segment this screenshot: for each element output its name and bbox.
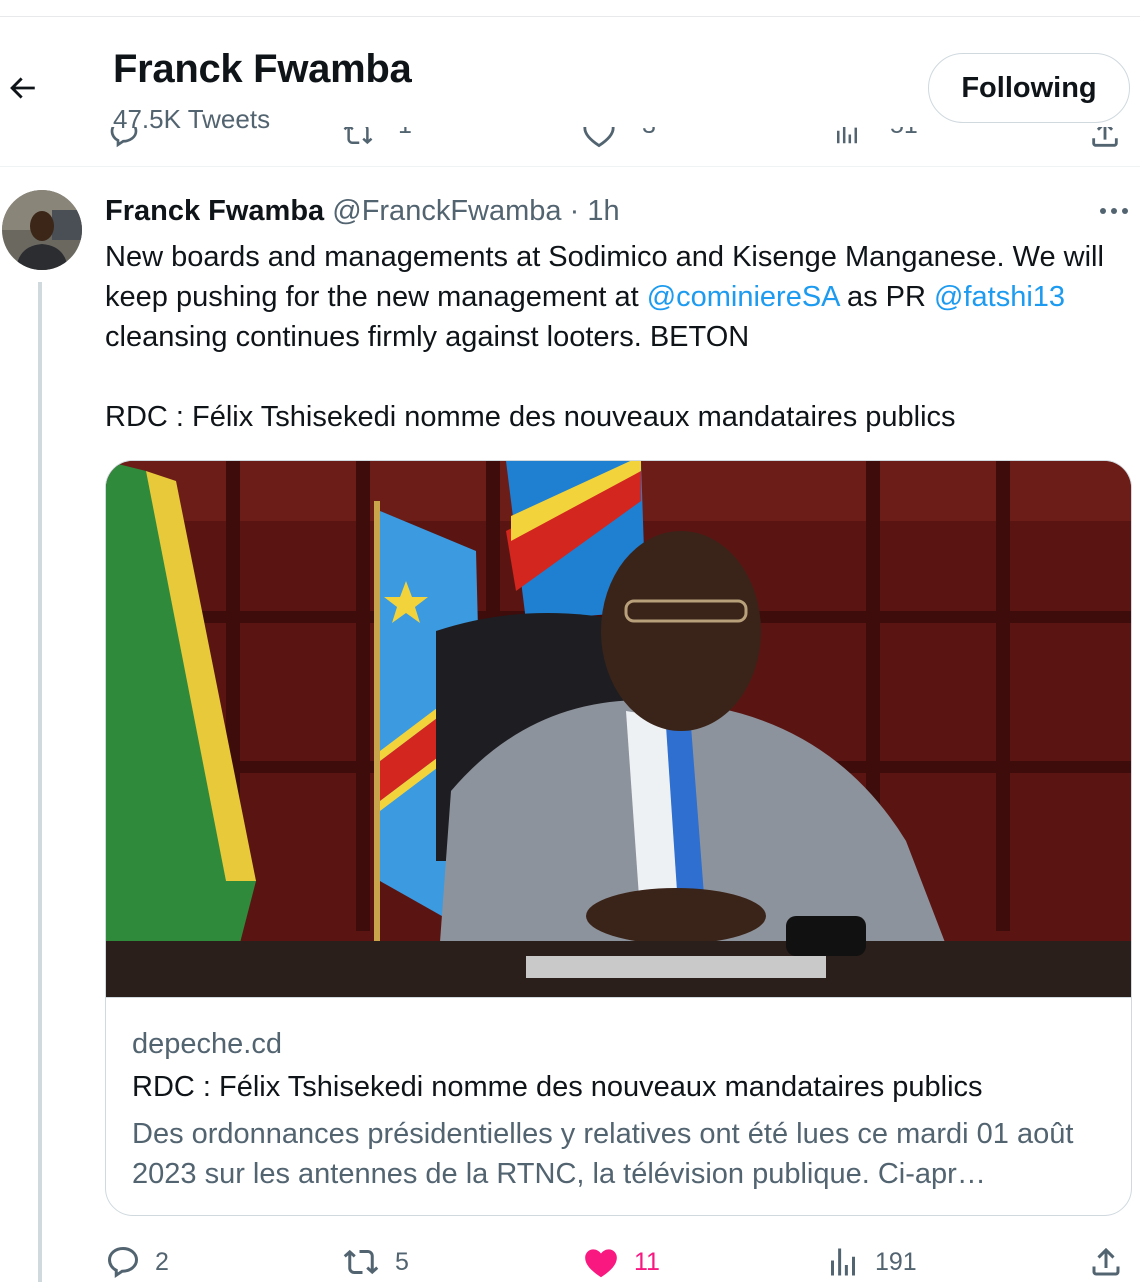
thread-line (38, 282, 42, 1282)
views-icon (831, 1248, 855, 1276)
tweet-paragraph: New boards and managements at Sodimico a… (105, 237, 1125, 357)
card-image (106, 461, 1131, 997)
card-domain: depeche.cd (132, 1028, 282, 1060)
like-button[interactable]: 11 (582, 1240, 660, 1284)
retweet-button[interactable]: 5 (341, 1240, 409, 1284)
link-card[interactable]: depeche.cd RDC : Félix Tshisekedi nomme … (105, 460, 1132, 1216)
author-handle[interactable]: @FranckFwamba (332, 195, 561, 227)
retweet-count: 5 (395, 1247, 409, 1276)
card-description: Des ordonnances présidentielles y relati… (132, 1118, 1074, 1190)
mention-cominieresa[interactable]: @cominiereSA (647, 281, 839, 313)
tweet-actions: 2 5 11 191 (105, 1240, 1140, 1284)
card-title: RDC : Félix Tshisekedi nomme des nouveau… (132, 1071, 983, 1103)
share-button[interactable] (1088, 1240, 1124, 1284)
retweet-icon[interactable] (340, 127, 376, 149)
more-icon (1100, 208, 1128, 214)
tweet-divider (0, 166, 1140, 167)
following-button[interactable]: Following (928, 53, 1130, 123)
tweet-text: New boards and managements at Sodimico a… (105, 237, 1125, 437)
profile-header: Franck Fwamba 47.5K Tweets Following 1 3… (0, 17, 1140, 167)
views-button[interactable]: 191 (825, 1240, 917, 1284)
views-icon[interactable] (832, 127, 862, 147)
heart-icon[interactable] (582, 127, 616, 149)
heart-filled-icon (585, 1249, 617, 1278)
view-count: 191 (875, 1247, 917, 1276)
meta-separator: · (569, 195, 580, 227)
mention-fatshi13[interactable]: @fatshi13 (934, 281, 1065, 313)
share-icon[interactable] (1088, 127, 1122, 151)
more-options-button[interactable] (1094, 196, 1134, 226)
retweet-icon (343, 1249, 379, 1275)
prev-like-count: 3 (642, 127, 656, 140)
previous-tweet-actions: 1 3 51 (0, 127, 1140, 157)
arrow-left-icon (10, 77, 35, 99)
reply-count: 2 (155, 1247, 169, 1276)
card-separator (106, 997, 1131, 998)
tweet-text-segment: as PR (838, 281, 935, 313)
prev-view-count: 51 (890, 127, 918, 140)
like-count: 11 (634, 1247, 660, 1276)
tweet-meta: Franck Fwamba @FranckFwamba · 1h (105, 195, 620, 228)
prev-retweet-count: 1 (398, 127, 412, 140)
back-button[interactable] (0, 61, 44, 115)
tweet-text-segment: cleansing continues firmly against loote… (105, 321, 750, 353)
profile-name: Franck Fwamba (113, 47, 412, 91)
tweet-link-headline: RDC : Félix Tshisekedi nomme des nouveau… (105, 401, 956, 433)
reply-icon[interactable] (108, 127, 140, 149)
tweet-timestamp[interactable]: 1h (587, 195, 619, 227)
avatar[interactable] (2, 190, 82, 270)
share-icon (1092, 1247, 1120, 1276)
reply-icon (107, 1246, 139, 1279)
author-name[interactable]: Franck Fwamba (105, 195, 324, 227)
reply-button[interactable]: 2 (105, 1240, 169, 1284)
